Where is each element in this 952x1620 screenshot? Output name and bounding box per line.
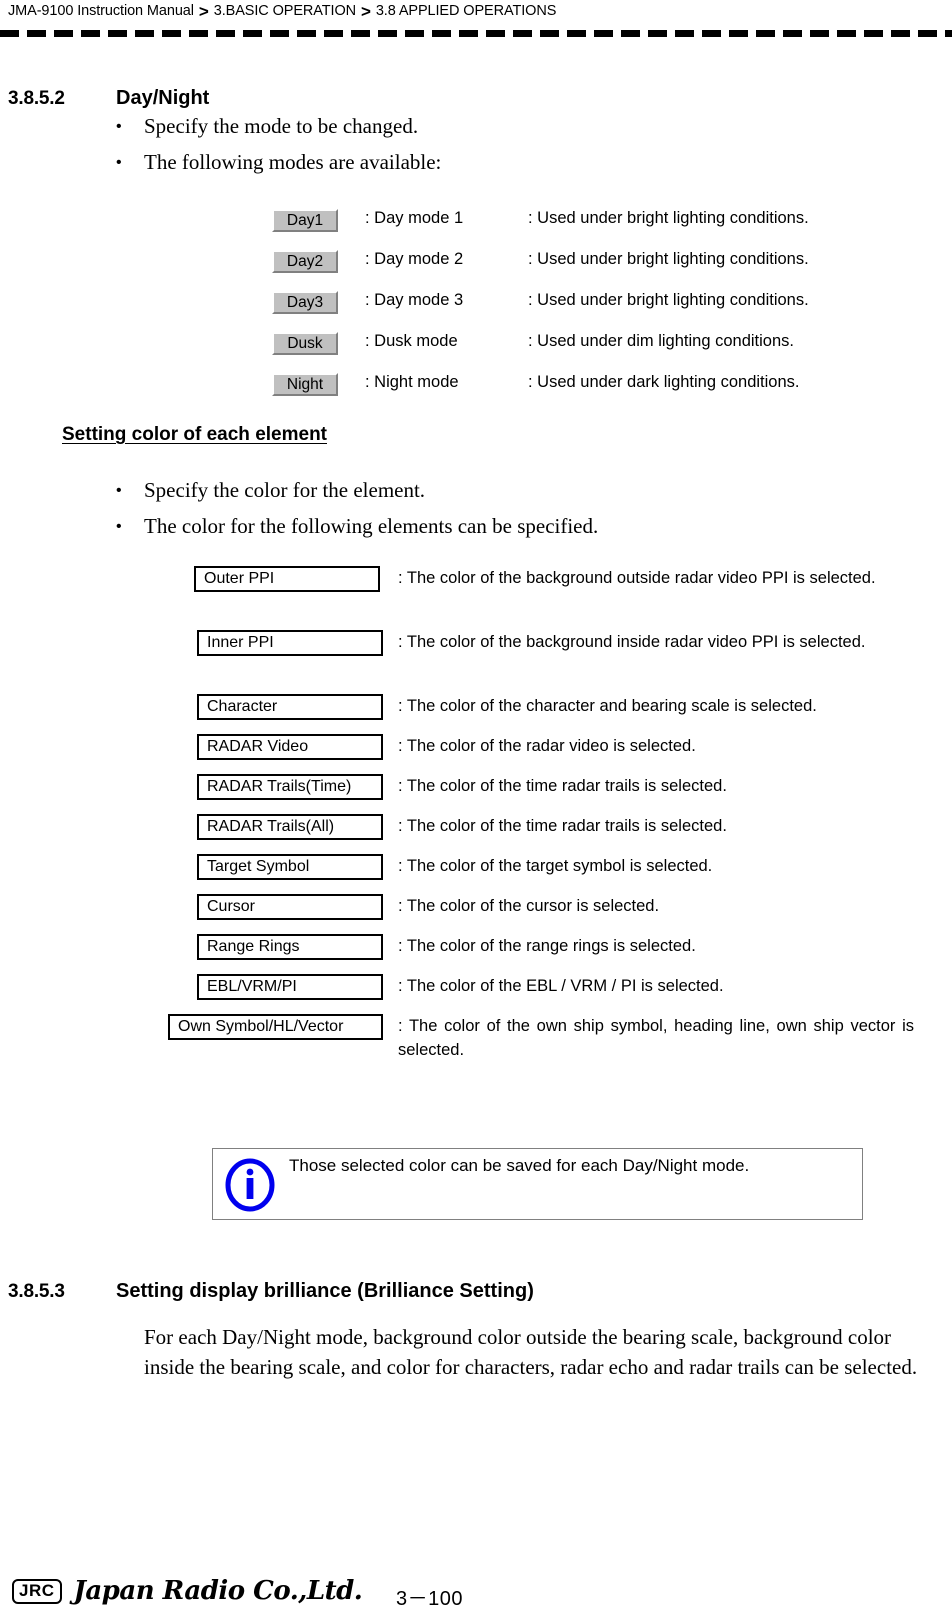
element-row-outer-ppi: Outer PPI : The color of the background … xyxy=(0,566,952,630)
mode-button-day1[interactable]: Day1 xyxy=(272,209,338,232)
bullet-text: Specify the mode to be changed. xyxy=(144,114,419,138)
bullet-specify-mode: • Specify the mode to be changed. xyxy=(116,114,418,139)
page-number: 3－100 xyxy=(396,1588,463,1610)
mode-usage-dusk: : Used under dim lighting conditions. xyxy=(528,332,794,350)
jrc-logo-mark: JRC xyxy=(12,1578,62,1604)
element-row-target-symbol: Target Symbol : The color of the target … xyxy=(0,854,952,894)
mode-name-day2: : Day mode 2 xyxy=(365,250,464,268)
bullet-available-modes: • The following modes are available: xyxy=(116,150,441,175)
element-box-character[interactable]: Character xyxy=(197,694,383,720)
subheading-setting-color: Setting color of each element xyxy=(62,424,327,445)
element-box-range-rings[interactable]: Range Rings xyxy=(197,934,383,960)
bullet-glyph: • xyxy=(116,518,122,535)
mode-usage-night: : Used under dark lighting conditions. xyxy=(528,373,800,391)
mode-button-day2[interactable]: Day2 xyxy=(272,250,338,273)
element-desc-ebl-vrm-pi: : The color of the EBL / VRM / PI is sel… xyxy=(398,977,724,995)
mode-button-night[interactable]: Night xyxy=(272,373,338,396)
breadcrumb-header: JMA-9100 Instruction Manual > 3.BASIC OP… xyxy=(8,0,944,22)
mode-button-day3[interactable]: Day3 xyxy=(272,291,338,314)
element-box-target-symbol[interactable]: Target Symbol xyxy=(197,854,383,880)
element-box-inner-ppi[interactable]: Inner PPI xyxy=(197,630,383,656)
mode-name-night: : Night mode xyxy=(365,373,459,391)
element-box-cursor[interactable]: Cursor xyxy=(197,894,383,920)
element-desc-cursor: : The color of the cursor is selected. xyxy=(398,897,660,915)
bullet-glyph: • xyxy=(116,482,122,499)
element-box-own-symbol[interactable]: Own Symbol/HL/Vector xyxy=(168,1014,383,1040)
element-box-radar-video[interactable]: RADAR Video xyxy=(197,734,383,760)
mode-name-day3: : Day mode 3 xyxy=(365,291,464,309)
info-icon xyxy=(223,1157,277,1213)
company-name: Japan Radio Co.,Ltd. xyxy=(73,1576,363,1606)
mode-row: Dusk : Dusk mode : Used under dim lighti… xyxy=(272,329,892,370)
element-desc-target-symbol: : The color of the target symbol is sele… xyxy=(398,857,713,875)
breadcrumb-separator: > xyxy=(361,1,371,21)
breadcrumb-item-chapter: 3.BASIC OPERATION xyxy=(213,3,356,19)
bullet-text: Specify the color for the element. xyxy=(144,478,426,502)
mode-row: Day1 : Day mode 1 : Used under bright li… xyxy=(272,206,892,247)
element-row-range-rings: Range Rings : The color of the range rin… xyxy=(0,934,952,974)
bullet-glyph: • xyxy=(116,154,122,171)
info-note-text: Those selected color can be saved for ea… xyxy=(289,1156,750,1175)
section-body-brilliance: For each Day/Night mode, background colo… xyxy=(144,1325,918,1379)
element-row-own-symbol: Own Symbol/HL/Vector : The color of the … xyxy=(0,1014,952,1074)
element-row-character: Character : The color of the character a… xyxy=(0,694,952,734)
header-dashed-rule xyxy=(0,30,952,37)
mode-usage-day3: : Used under bright lighting conditions. xyxy=(528,291,809,309)
section-title-day-night: Day/Night xyxy=(116,87,210,109)
element-row-ebl-vrm-pi: EBL/VRM/PI : The color of the EBL / VRM … xyxy=(0,974,952,1014)
element-desc-own-symbol: : The color of the own ship symbol, head… xyxy=(398,1017,914,1059)
day-night-mode-table: Day1 : Day mode 1 : Used under bright li… xyxy=(272,206,892,411)
element-row-radar-trails-time: RADAR Trails(Time) : The color of the ti… xyxy=(0,774,952,814)
section-title-brilliance: Setting display brilliance (Brilliance S… xyxy=(116,1280,534,1302)
element-row-cursor: Cursor : The color of the cursor is sele… xyxy=(0,894,952,934)
element-row-radar-trails-all: RADAR Trails(All) : The color of the tim… xyxy=(0,814,952,854)
section-number-day-night: 3.8.5.2 xyxy=(8,88,65,109)
bullet-elements-specified: • The color for the following elements ca… xyxy=(116,514,598,539)
element-desc-outer-ppi: : The color of the background outside ra… xyxy=(398,569,876,587)
mode-row: Day3 : Day mode 3 : Used under bright li… xyxy=(272,288,892,329)
element-desc-radar-trails-all: : The color of the time radar trails is … xyxy=(398,817,727,835)
element-desc-inner-ppi: : The color of the background inside rad… xyxy=(398,633,866,651)
breadcrumb-separator: > xyxy=(198,1,209,21)
mode-name-day1: : Day mode 1 xyxy=(365,209,464,227)
section-number-brilliance: 3.8.5.3 xyxy=(8,1281,65,1302)
element-desc-character: : The color of the character and bearing… xyxy=(398,697,817,715)
element-desc-range-rings: : The color of the range rings is select… xyxy=(398,937,696,955)
bullet-text: The following modes are available: xyxy=(144,150,442,174)
element-box-ebl-vrm-pi[interactable]: EBL/VRM/PI xyxy=(197,974,383,1000)
element-box-radar-trails-time[interactable]: RADAR Trails(Time) xyxy=(197,774,383,800)
info-note-box: Those selected color can be saved for ea… xyxy=(212,1148,863,1220)
element-desc-radar-trails-time: : The color of the time radar trails is … xyxy=(398,777,727,795)
footer-logo: JRC Japan Radio Co.,Ltd. xyxy=(12,1576,363,1606)
bullet-glyph: • xyxy=(116,118,122,135)
mode-usage-day2: : Used under bright lighting conditions. xyxy=(528,250,809,268)
mode-button-dusk[interactable]: Dusk xyxy=(272,332,338,355)
element-row-radar-video: RADAR Video : The color of the radar vid… xyxy=(0,734,952,774)
element-row-inner-ppi: Inner PPI : The color of the background … xyxy=(0,630,952,694)
element-color-table: Outer PPI : The color of the background … xyxy=(0,566,952,1074)
bullet-text: The color for the following elements can… xyxy=(144,514,599,538)
mode-row: Day2 : Day mode 2 : Used under bright li… xyxy=(272,247,892,288)
bullet-specify-color: • Specify the color for the element. xyxy=(116,478,425,503)
mode-row: Night : Night mode : Used under dark lig… xyxy=(272,370,892,411)
element-box-radar-trails-all[interactable]: RADAR Trails(All) xyxy=(197,814,383,840)
breadcrumb-item-manual: JMA-9100 Instruction Manual xyxy=(8,3,194,19)
breadcrumb-item-section: 3.8 APPLIED OPERATIONS xyxy=(375,3,557,19)
element-box-outer-ppi[interactable]: Outer PPI xyxy=(194,566,380,592)
element-desc-radar-video: : The color of the radar video is select… xyxy=(398,737,696,755)
mode-name-dusk: : Dusk mode xyxy=(365,332,458,350)
mode-usage-day1: : Used under bright lighting conditions. xyxy=(528,209,809,227)
